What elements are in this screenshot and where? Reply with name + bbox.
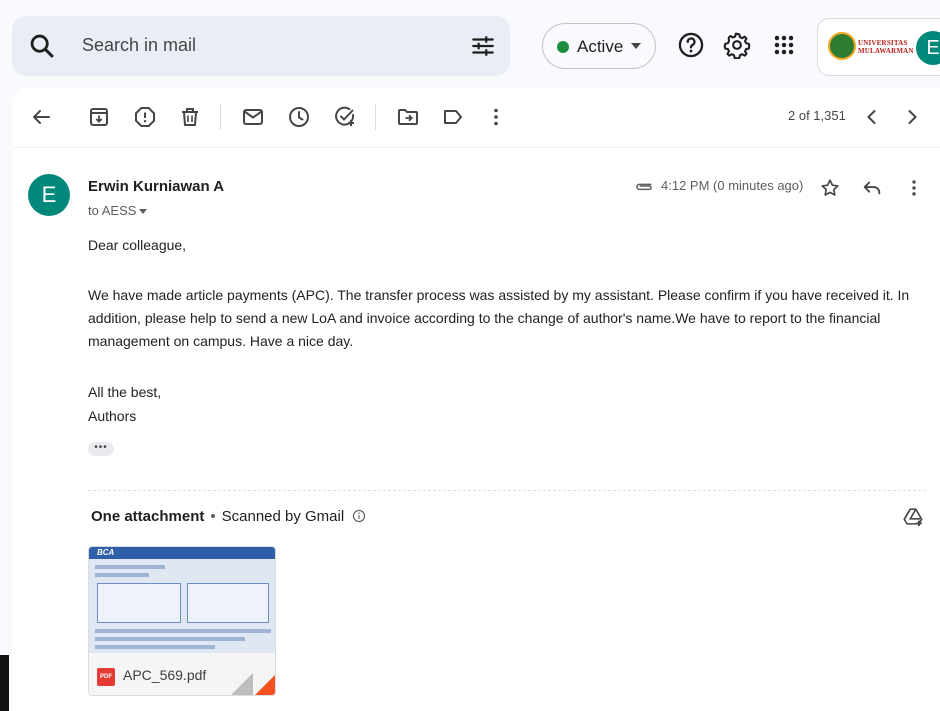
search-icon[interactable] xyxy=(28,32,56,60)
account-avatar[interactable]: E xyxy=(916,31,940,65)
pdf-file-icon: PDF xyxy=(97,668,115,686)
back-icon[interactable] xyxy=(29,105,53,129)
move-to-icon[interactable] xyxy=(396,105,420,129)
scan-note: Scanned by Gmail xyxy=(221,508,345,525)
apps-icon[interactable] xyxy=(770,31,798,59)
reply-icon[interactable] xyxy=(861,177,883,199)
filter-icon[interactable] xyxy=(470,33,496,59)
chevron-down-icon xyxy=(631,43,641,49)
window-edge xyxy=(0,655,9,711)
greeting: Dear colleague, xyxy=(88,237,187,253)
closing: All the best, xyxy=(88,384,162,400)
preview-header: BCA xyxy=(89,547,275,559)
star-icon[interactable] xyxy=(819,177,841,199)
archive-icon[interactable] xyxy=(87,105,111,129)
paragraph-line: We have made article payments (APC). The… xyxy=(88,287,910,303)
recipient-line: to AESS xyxy=(88,203,137,218)
signature: Authors xyxy=(88,408,137,424)
message-toolbar: 2 of 1,351 xyxy=(12,88,940,148)
status-label: Active xyxy=(577,37,624,56)
chevron-right-icon[interactable] xyxy=(900,105,924,129)
show-trimmed-content-button[interactable]: ••• xyxy=(88,442,114,456)
paragraph-line: management on campus. Have a nice day. xyxy=(88,333,354,349)
help-icon[interactable] xyxy=(677,31,705,59)
sender-name[interactable]: Erwin Kurniawan A xyxy=(88,178,224,195)
organization-logo xyxy=(828,32,856,60)
page-fold-corner xyxy=(253,673,275,695)
attachment-preview: BCA xyxy=(89,547,275,653)
message-paragraph: We have made article payments (APC). The… xyxy=(88,284,909,353)
account-switcher[interactable]: UNIVERSITAS MULAWARMAN E xyxy=(817,18,940,76)
organization-name: UNIVERSITAS MULAWARMAN xyxy=(858,39,914,55)
page-fold-shadow xyxy=(229,673,253,695)
top-bar: Search in mail Active UNIVERSITAS MULAWA… xyxy=(0,0,940,90)
search-input[interactable]: Search in mail xyxy=(82,35,196,56)
toolbar-divider xyxy=(375,104,376,130)
message-view: 2 of 1,351 E Erwin Kurniawan A to AESS 4… xyxy=(12,88,940,711)
save-to-drive-icon[interactable] xyxy=(902,506,924,528)
chevron-left-icon[interactable] xyxy=(860,105,884,129)
more-vert-icon[interactable] xyxy=(903,177,925,199)
status-selector[interactable]: Active xyxy=(542,23,656,69)
search-bar[interactable]: Search in mail xyxy=(12,16,510,76)
delete-icon[interactable] xyxy=(178,105,202,129)
mark-unread-icon[interactable] xyxy=(241,105,265,129)
message-timestamp: 4:12 PM (0 minutes ago) xyxy=(661,178,804,193)
attachment-card[interactable]: BCA PDF APC_569.pdf xyxy=(88,546,276,696)
settings-icon[interactable] xyxy=(723,31,751,59)
attachment-file-row[interactable]: PDF APC_569.pdf xyxy=(89,653,275,695)
recipient-details-toggle[interactable] xyxy=(139,209,147,214)
attachments-divider xyxy=(88,490,926,491)
attachment-file-name[interactable]: APC_569.pdf xyxy=(123,667,206,683)
more-vert-icon[interactable] xyxy=(484,105,508,129)
snooze-icon[interactable] xyxy=(287,105,311,129)
page-count: 2 of 1,351 xyxy=(788,108,846,123)
status-dot xyxy=(557,41,569,53)
info-icon[interactable] xyxy=(352,509,366,523)
toolbar-divider xyxy=(220,104,221,130)
attachments-heading: One attachment • Scanned by Gmail xyxy=(91,508,366,525)
paragraph-line: addition, please help to send a new LoA … xyxy=(88,310,881,326)
label-icon[interactable] xyxy=(441,105,465,129)
add-task-icon[interactable] xyxy=(333,105,357,129)
sender-avatar[interactable]: E xyxy=(28,174,70,216)
report-spam-icon[interactable] xyxy=(133,105,157,129)
paperclip-icon xyxy=(636,183,652,191)
